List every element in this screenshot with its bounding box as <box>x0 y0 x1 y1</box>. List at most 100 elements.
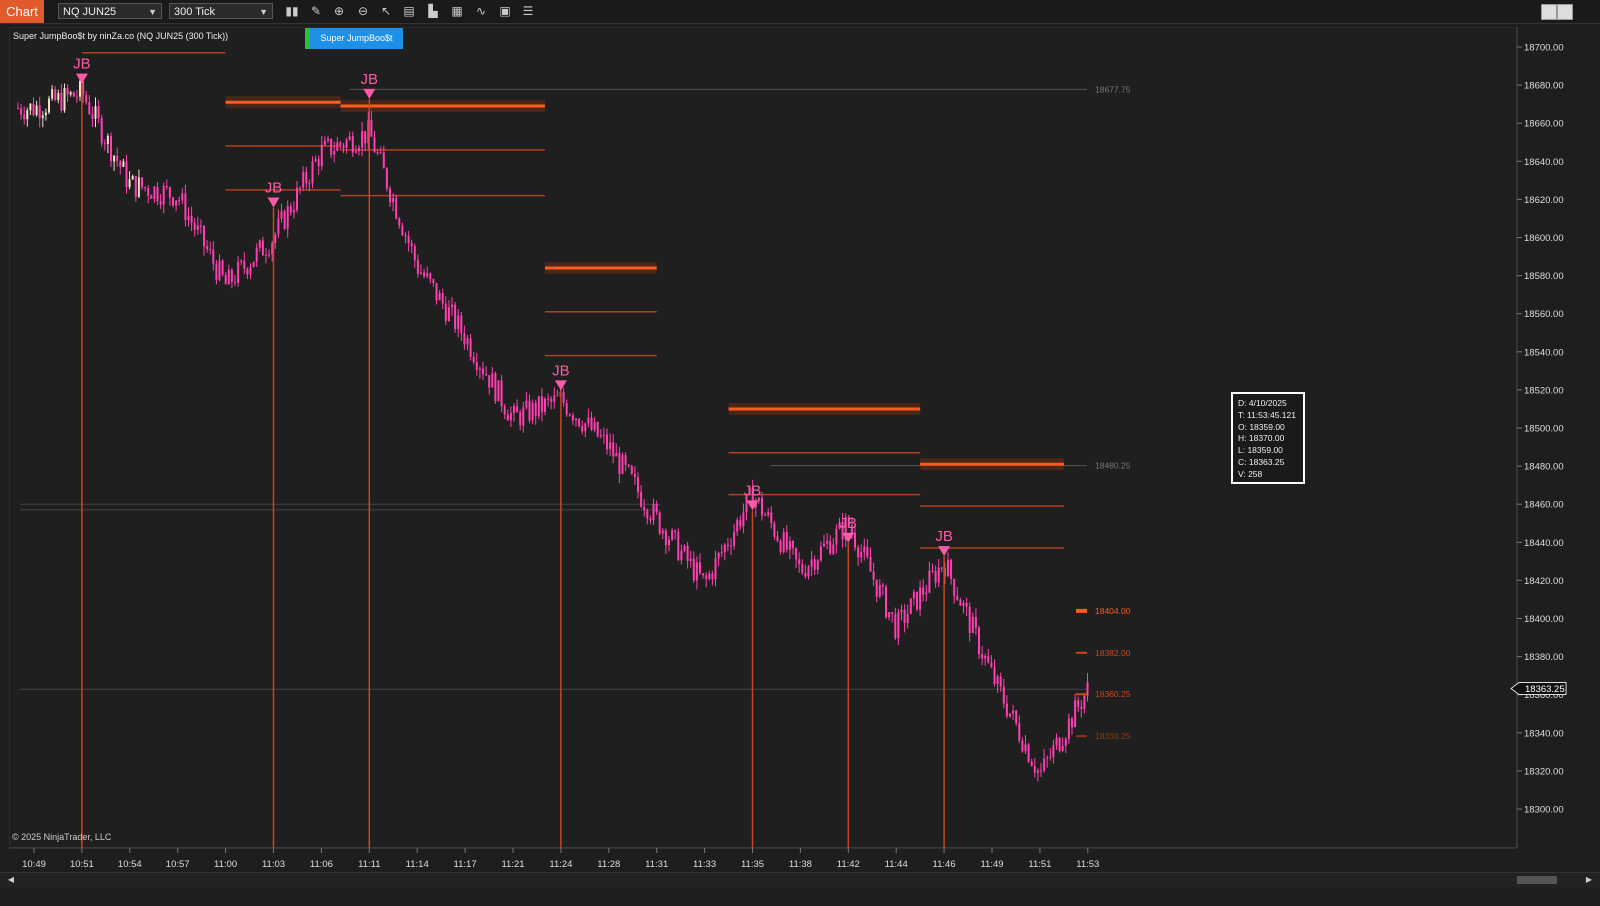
candle-body <box>227 269 230 285</box>
candle-body <box>668 539 670 546</box>
candle-body <box>578 418 581 427</box>
y-tick-label: 18580.00 <box>1524 271 1564 282</box>
right-level-label: 18677.75 <box>1095 84 1131 94</box>
databox-time: T: 11:53:45.121 <box>1238 409 1296 420</box>
candle-body <box>323 140 326 145</box>
candle-body <box>137 177 140 197</box>
candle-body <box>94 106 97 119</box>
super-jumpboost-button[interactable]: Super JumpBoo$t <box>305 28 403 49</box>
candle-body <box>584 423 587 432</box>
candle-body <box>1043 758 1046 771</box>
candle-body <box>469 338 472 357</box>
candle-body <box>54 89 57 100</box>
candle-body <box>609 442 612 450</box>
candle-body <box>286 206 289 229</box>
candle-body <box>1018 723 1021 741</box>
candle-body <box>485 374 488 376</box>
candle-body <box>987 655 990 663</box>
candle-body <box>57 92 60 100</box>
price-chart[interactable]: 18700.00 18680.00 18660.00 18640.00 18620.00… <box>0 0 1600 872</box>
candle-body <box>664 530 667 546</box>
candle-body <box>280 211 283 219</box>
candle-body <box>540 396 543 412</box>
candle-body <box>593 421 596 430</box>
candle-body <box>900 609 903 613</box>
candle-body <box>1024 744 1027 752</box>
candle-body <box>454 304 457 330</box>
candle-body <box>863 546 866 553</box>
candle-body <box>305 172 308 184</box>
candle-body <box>345 139 348 149</box>
candle-body <box>432 279 435 284</box>
candle-body <box>110 136 112 162</box>
candle-body <box>807 566 810 577</box>
candle-body <box>119 161 122 167</box>
x-tick-label: 11:06 <box>310 859 333 870</box>
signal-triangle <box>75 73 88 84</box>
y-tick-label: 18500.00 <box>1524 424 1564 435</box>
candle-body <box>714 558 717 580</box>
candle-body <box>773 523 776 537</box>
candle-body <box>398 218 401 226</box>
candle-body <box>720 552 723 554</box>
scroll-left-icon[interactable]: ◀ <box>6 874 16 886</box>
candle-body <box>370 119 373 137</box>
candle-body <box>32 103 35 116</box>
candle-body <box>44 112 47 116</box>
candle-body <box>891 612 894 615</box>
signal-triangle <box>363 88 376 99</box>
horizontal-scrollbar[interactable]: ◀ ▶ <box>0 872 1600 887</box>
candle-body <box>48 98 50 113</box>
candle-body <box>416 260 419 274</box>
candle-body <box>116 155 119 162</box>
candle-body <box>342 145 345 149</box>
candle-body <box>224 274 227 285</box>
candle-body <box>894 614 897 639</box>
candle-body <box>875 579 878 597</box>
candle-body <box>730 545 732 547</box>
candle-body <box>934 571 937 583</box>
candle-body <box>500 380 503 407</box>
candle-body <box>1015 710 1018 724</box>
candle-body <box>358 147 360 152</box>
candle-body <box>1027 744 1030 762</box>
candle-body <box>320 144 323 167</box>
databox-volume: V: 258 <box>1238 468 1263 479</box>
candle-body <box>348 136 351 140</box>
candle-body <box>658 512 661 534</box>
candle-body <box>575 418 577 421</box>
candle-body <box>925 592 928 595</box>
candle-body <box>556 395 559 397</box>
candle-body <box>162 185 165 205</box>
candle-body <box>525 400 528 408</box>
x-tick-label: 11:53 <box>1076 859 1099 870</box>
candle-body <box>361 131 364 148</box>
y-tick-label: 18640.00 <box>1524 157 1564 168</box>
candle-body <box>230 269 233 282</box>
candle-body <box>804 572 807 577</box>
candle-body <box>1064 738 1067 746</box>
candle-body <box>472 356 475 363</box>
candle-body <box>702 573 705 576</box>
candle-body <box>1074 700 1077 728</box>
candle-body <box>128 179 131 188</box>
x-tick-label: 11:21 <box>501 859 524 870</box>
candle-body <box>23 114 26 120</box>
candle-body <box>550 399 553 402</box>
databox-open: O: 18359.00 <box>1238 421 1285 432</box>
scrollbar-thumb[interactable] <box>1517 876 1557 884</box>
candle-body <box>878 584 881 597</box>
candle-body <box>1012 710 1015 714</box>
candle-body <box>131 176 134 180</box>
candle-body <box>1030 761 1033 767</box>
candle-body <box>553 395 556 402</box>
x-tick-label: 11:51 <box>1028 859 1051 870</box>
candle-body <box>857 547 860 558</box>
scroll-right-icon[interactable]: ▶ <box>1584 874 1594 886</box>
candle-body <box>627 464 630 466</box>
candle-body <box>249 267 252 275</box>
candle-body <box>41 115 44 119</box>
candle-body <box>801 564 804 573</box>
candle-body <box>333 150 336 155</box>
y-tick-label: 18660.00 <box>1524 119 1564 130</box>
